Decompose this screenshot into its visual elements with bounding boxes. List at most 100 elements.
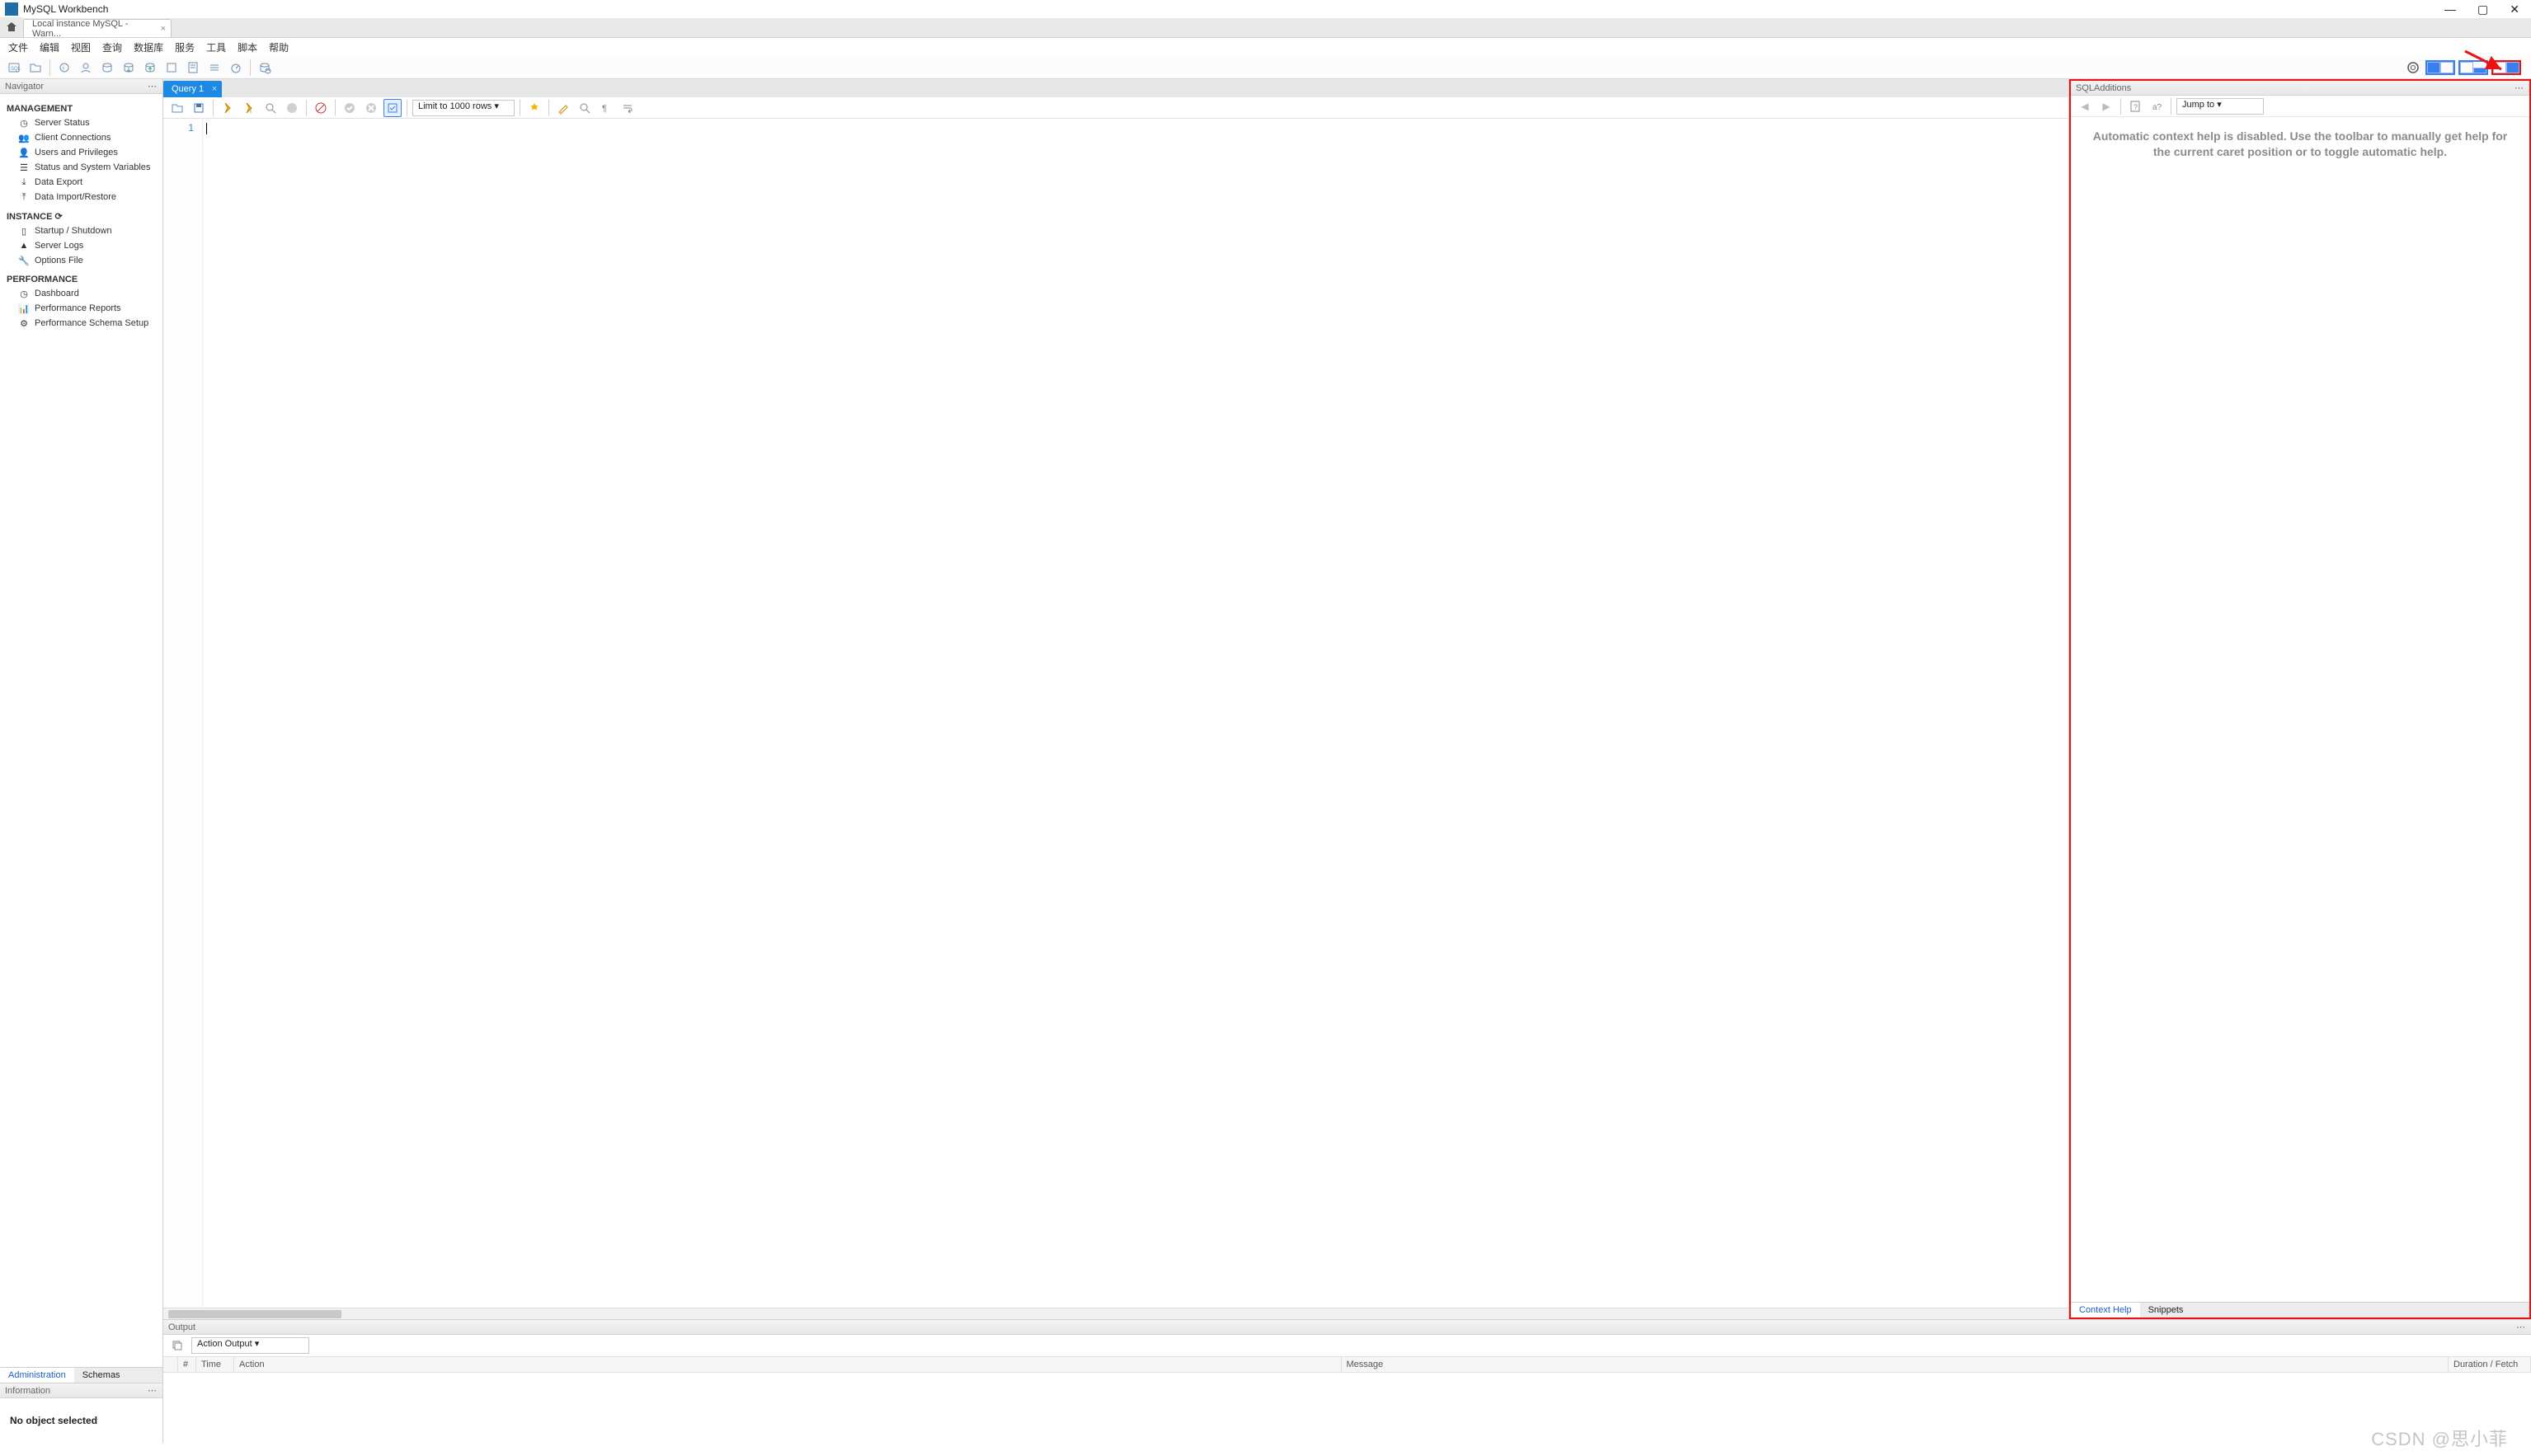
secondary-sidebar-toggle[interactable] — [2491, 60, 2521, 75]
tab-snippets[interactable]: Snippets — [2140, 1303, 2192, 1317]
connection-tabstrip: Local instance MySQL - Warn... × — [0, 18, 2531, 38]
nav-options-file[interactable]: 🔧Options File — [0, 253, 162, 268]
nav-label: Dashboard — [35, 289, 79, 298]
no-limit-button[interactable] — [312, 99, 330, 117]
col-action[interactable]: Action — [234, 1357, 1342, 1372]
nav-dashboard[interactable]: ◷Dashboard — [0, 286, 162, 301]
menu-tools[interactable]: 工具 — [206, 40, 226, 54]
menu-server[interactable]: 服务 — [175, 40, 195, 54]
inspector-button[interactable]: i — [55, 59, 73, 77]
nav-client-connections[interactable]: 👥Client Connections — [0, 130, 162, 145]
nav-startup-shutdown[interactable]: ▯Startup / Shutdown — [0, 223, 162, 238]
connection-tab[interactable]: Local instance MySQL - Warn... × — [23, 19, 172, 37]
svg-text:a?: a? — [2152, 103, 2162, 112]
col-message[interactable]: Message — [1342, 1357, 2449, 1372]
export-button[interactable] — [120, 59, 138, 77]
col-time[interactable]: Time — [196, 1357, 234, 1372]
nav-users-privileges[interactable]: 👤Users and Privileges — [0, 145, 162, 160]
sync-icon[interactable] — [2404, 59, 2422, 77]
warning-icon: ▲ — [18, 240, 30, 251]
output-copy-button[interactable] — [168, 1336, 186, 1355]
menu-scripting[interactable]: 脚本 — [238, 40, 257, 54]
connection-tab-label: Local instance MySQL - Warn... — [32, 19, 153, 39]
information-menu-icon[interactable]: ⋯ — [148, 1385, 158, 1396]
col-index[interactable]: # — [178, 1357, 196, 1372]
maximize-button[interactable]: ▢ — [2477, 2, 2488, 16]
beautify-button[interactable] — [525, 99, 543, 117]
output-type-select[interactable]: Action Output ▾ — [191, 1337, 309, 1354]
output-menu-icon[interactable]: ⋯ — [2516, 1322, 2526, 1332]
find-button[interactable] — [576, 99, 594, 117]
options-button[interactable] — [205, 59, 223, 77]
watermark: CSDN @思小菲 — [2371, 1425, 2508, 1451]
scroll-thumb[interactable] — [168, 1310, 341, 1318]
nav-server-logs[interactable]: ▲Server Logs — [0, 238, 162, 253]
server-logs-button[interactable] — [184, 59, 202, 77]
auto-help-toggle[interactable]: a? — [2148, 97, 2166, 115]
sidebar-toggle[interactable] — [2425, 60, 2455, 75]
sql-editor[interactable]: 1 — [163, 119, 2068, 1308]
information-body: No object selected — [0, 1398, 162, 1443]
reconnect-button[interactable] — [256, 59, 274, 77]
sql-additions-menu-icon[interactable]: ⋯ — [2515, 82, 2524, 93]
autocommit-toggle[interactable] — [383, 99, 402, 117]
nav-status-vars[interactable]: ☰Status and System Variables — [0, 160, 162, 175]
title-bar: MySQL Workbench — ▢ ✕ — [0, 0, 2531, 18]
nav-perf-reports[interactable]: 📊Performance Reports — [0, 301, 162, 316]
close-button[interactable]: ✕ — [2510, 2, 2519, 16]
nav-label: Data Import/Restore — [35, 192, 116, 202]
menu-edit[interactable]: 编辑 — [40, 40, 59, 54]
invisible-chars-button[interactable]: ¶ — [597, 99, 615, 117]
dashboard-button[interactable] — [227, 59, 245, 77]
wrap-button[interactable] — [619, 99, 637, 117]
information-header: Information ⋯ — [0, 1383, 162, 1398]
horizontal-scrollbar[interactable] — [163, 1308, 2068, 1319]
nav-data-export[interactable]: ⤓Data Export — [0, 175, 162, 190]
save-button[interactable] — [190, 99, 208, 117]
beautify-query-button[interactable] — [554, 99, 572, 117]
new-sql-tab-button[interactable]: SQL — [5, 59, 23, 77]
limit-rows-select[interactable]: Limit to 1000 rows ▾ — [412, 100, 515, 116]
col-status[interactable] — [163, 1357, 178, 1372]
open-file-button[interactable] — [168, 99, 186, 117]
nav-data-import[interactable]: ⤒Data Import/Restore — [0, 190, 162, 204]
commit-button[interactable] — [341, 99, 359, 117]
minimize-button[interactable]: — — [2444, 2, 2456, 16]
col-duration[interactable]: Duration / Fetch — [2449, 1357, 2531, 1372]
execute-current-button[interactable]: I — [240, 99, 258, 117]
menu-file[interactable]: 文件 — [8, 40, 28, 54]
close-tab-icon[interactable]: × — [161, 24, 166, 34]
nav-forward-button[interactable]: ▶ — [2097, 97, 2115, 115]
nav-perf-schema[interactable]: ⚙Performance Schema Setup — [0, 316, 162, 331]
nav-server-status[interactable]: ◷Server Status — [0, 115, 162, 130]
main-toolbar: SQL i — [0, 56, 2531, 79]
tab-administration[interactable]: Administration — [0, 1368, 74, 1383]
menu-database[interactable]: 数据库 — [134, 40, 163, 54]
close-query-tab-icon[interactable]: × — [212, 84, 217, 94]
execute-button[interactable] — [219, 99, 237, 117]
home-tab[interactable] — [0, 17, 23, 37]
users-button[interactable] — [77, 59, 95, 77]
instance-refresh-icon[interactable]: ⟳ — [54, 212, 62, 222]
open-sql-file-button[interactable] — [26, 59, 45, 77]
manual-help-button[interactable]: ? — [2126, 97, 2144, 115]
query-tab[interactable]: Query 1 × — [163, 81, 222, 97]
stop-button[interactable] — [283, 99, 301, 117]
toolbar-separator — [250, 59, 251, 76]
wrench-icon: 🔧 — [18, 255, 30, 266]
jump-to-select[interactable]: Jump to ▾ — [2176, 98, 2264, 115]
menu-help[interactable]: 帮助 — [269, 40, 289, 54]
rollback-button[interactable] — [362, 99, 380, 117]
explain-button[interactable] — [261, 99, 280, 117]
server-stop-button[interactable] — [162, 59, 181, 77]
code-area[interactable] — [203, 119, 2068, 1308]
output-toggle[interactable] — [2458, 60, 2488, 75]
import-button[interactable] — [141, 59, 159, 77]
nav-back-button[interactable]: ◀ — [2076, 97, 2094, 115]
tab-schemas[interactable]: Schemas — [74, 1368, 129, 1383]
tab-context-help[interactable]: Context Help — [2071, 1303, 2140, 1317]
menu-query[interactable]: 查询 — [102, 40, 122, 54]
status-button[interactable] — [98, 59, 116, 77]
menu-view[interactable]: 视图 — [71, 40, 91, 54]
navigator-menu-icon[interactable]: ⋯ — [148, 81, 158, 92]
